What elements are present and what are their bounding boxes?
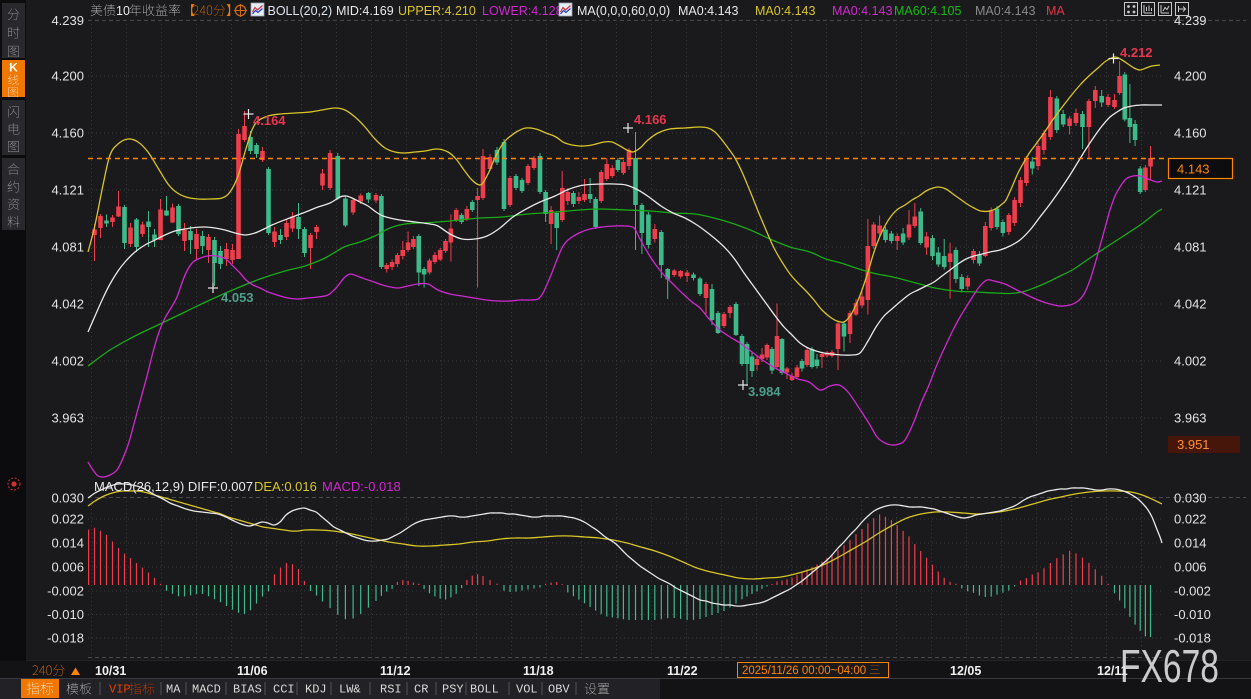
svg-text:4.164: 4.164 bbox=[253, 113, 286, 128]
svg-text:10/31: 10/31 bbox=[95, 664, 126, 678]
svg-text:MA(0,0,0,60,0,0): MA(0,0,0,60,0,0) bbox=[577, 4, 670, 18]
svg-text:MACD(26,12,9) DIFF:0.007: MACD(26,12,9) DIFF:0.007 bbox=[94, 479, 253, 494]
svg-text:PSY: PSY bbox=[442, 683, 464, 697]
svg-text:BOLL: BOLL bbox=[470, 683, 499, 697]
svg-text:LW&: LW& bbox=[339, 683, 361, 697]
svg-text:0.014: 0.014 bbox=[51, 536, 84, 551]
svg-text:0.030: 0.030 bbox=[1174, 490, 1207, 505]
svg-text:4.200: 4.200 bbox=[1174, 69, 1207, 84]
svg-text:MA0:4.143: MA0:4.143 bbox=[975, 4, 1036, 18]
svg-text:MA: MA bbox=[166, 683, 181, 697]
svg-text:-0.010: -0.010 bbox=[47, 607, 84, 622]
svg-text:-0.002: -0.002 bbox=[47, 584, 84, 599]
svg-text:RSI: RSI bbox=[380, 683, 402, 697]
svg-text:VOL: VOL bbox=[516, 683, 538, 697]
svg-text:MA: MA bbox=[1046, 4, 1065, 18]
svg-text:4.239: 4.239 bbox=[51, 13, 84, 28]
svg-text:MA0:4.143: MA0:4.143 bbox=[678, 4, 739, 18]
svg-text:KDJ: KDJ bbox=[305, 683, 327, 697]
svg-text:0.030: 0.030 bbox=[51, 490, 84, 505]
svg-text:MA0:4.143: MA0:4.143 bbox=[755, 4, 816, 18]
svg-text:3.963: 3.963 bbox=[1174, 411, 1207, 426]
svg-text:11/12: 11/12 bbox=[380, 664, 411, 678]
svg-text:4.121: 4.121 bbox=[51, 183, 84, 198]
svg-text:4.081: 4.081 bbox=[1174, 240, 1207, 255]
svg-text:4.081: 4.081 bbox=[51, 240, 84, 255]
svg-text:0.022: 0.022 bbox=[51, 512, 84, 527]
svg-text:3.963: 3.963 bbox=[51, 411, 84, 426]
svg-text:MACD: MACD bbox=[192, 683, 221, 697]
svg-text:3.984: 3.984 bbox=[748, 384, 781, 399]
svg-text:11/18: 11/18 bbox=[523, 664, 554, 678]
svg-text:0.014: 0.014 bbox=[1174, 536, 1207, 551]
svg-text:4.002: 4.002 bbox=[1174, 354, 1207, 369]
svg-text:11/22: 11/22 bbox=[667, 664, 698, 678]
svg-text:BIAS: BIAS bbox=[233, 683, 262, 697]
svg-text:OBV: OBV bbox=[548, 683, 570, 697]
svg-text:12/05: 12/05 bbox=[950, 664, 981, 678]
svg-text:MA60:4.105: MA60:4.105 bbox=[894, 4, 961, 18]
svg-text:0.022: 0.022 bbox=[1174, 512, 1207, 527]
svg-text:0.006: 0.006 bbox=[51, 560, 84, 575]
svg-text:4.002: 4.002 bbox=[51, 354, 84, 369]
svg-text:CR: CR bbox=[414, 683, 428, 697]
svg-text:LOWER:4.128: LOWER:4.128 bbox=[482, 4, 563, 18]
svg-text:-0.002: -0.002 bbox=[1174, 584, 1211, 599]
svg-text:4.042: 4.042 bbox=[1174, 297, 1207, 312]
svg-text:4.166: 4.166 bbox=[634, 112, 667, 127]
svg-text:4.160: 4.160 bbox=[1174, 126, 1207, 141]
svg-text:4.143: 4.143 bbox=[1177, 162, 1210, 177]
svg-text:2025/11/26 00:00~04:00: 2025/11/26 00:00~04:00 bbox=[742, 665, 866, 677]
svg-text:K: K bbox=[9, 61, 18, 75]
svg-text:4.212: 4.212 bbox=[1120, 45, 1153, 60]
svg-text:CCI: CCI bbox=[273, 683, 295, 697]
svg-text:4.121: 4.121 bbox=[1174, 183, 1207, 198]
svg-text:FX678: FX678 bbox=[1120, 641, 1219, 692]
svg-text:DEA:0.016: DEA:0.016 bbox=[254, 479, 317, 494]
svg-text:-0.010: -0.010 bbox=[1174, 607, 1211, 622]
svg-text:10: 10 bbox=[116, 4, 130, 18]
svg-text:4.160: 4.160 bbox=[51, 126, 84, 141]
svg-text:MACD:-0.018: MACD:-0.018 bbox=[322, 479, 401, 494]
svg-text:4.042: 4.042 bbox=[51, 297, 84, 312]
svg-text:11/06: 11/06 bbox=[237, 664, 268, 678]
svg-text:MID:4.169: MID:4.169 bbox=[336, 4, 394, 18]
svg-text:-0.018: -0.018 bbox=[47, 631, 84, 646]
svg-text:VIP: VIP bbox=[109, 683, 131, 697]
svg-text:4.200: 4.200 bbox=[51, 69, 84, 84]
svg-text:3.951: 3.951 bbox=[1177, 437, 1210, 452]
svg-text:UPPER:4.210: UPPER:4.210 bbox=[398, 4, 476, 18]
svg-text:4.053: 4.053 bbox=[221, 290, 254, 305]
svg-text:MA0:4.143: MA0:4.143 bbox=[832, 4, 893, 18]
svg-text:BOLL(20,2): BOLL(20,2) bbox=[268, 4, 333, 18]
svg-text:0.006: 0.006 bbox=[1174, 560, 1207, 575]
